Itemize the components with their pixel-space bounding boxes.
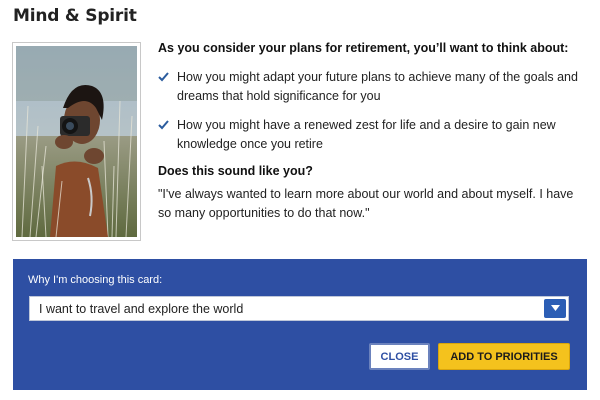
add-to-priorities-button[interactable]: ADD TO PRIORITIES — [438, 343, 570, 370]
question-heading: Does this sound like you? — [158, 164, 313, 178]
photo-frame — [12, 42, 141, 241]
list-item: How you might adapt your future plans to… — [158, 68, 590, 106]
bullet-text: How you might have a renewed zest for li… — [177, 118, 556, 151]
page-title: Mind & Spirit — [13, 6, 137, 26]
card-content: As you consider your plans for retiremen… — [158, 40, 590, 223]
checkmark-icon — [158, 72, 169, 82]
reason-select[interactable]: I want to travel and explore the world — [29, 296, 569, 321]
bullet-list: How you might adapt your future plans to… — [158, 68, 590, 154]
checkmark-icon — [158, 120, 169, 130]
bullet-text: How you might adapt your future plans to… — [177, 70, 578, 103]
reason-label: Why I'm choosing this card: — [28, 274, 163, 286]
close-button[interactable]: CLOSE — [369, 343, 430, 370]
list-item: How you might have a renewed zest for li… — [158, 116, 590, 154]
intro-text: As you consider your plans for retiremen… — [158, 41, 569, 55]
reason-panel: Why I'm choosing this card: I want to tr… — [13, 259, 587, 390]
reason-select-value: I want to travel and explore the world — [39, 302, 244, 316]
woman-with-camera-photo — [16, 46, 137, 237]
testimonial-quote: "I've always wanted to learn more about … — [158, 187, 574, 220]
dropdown-button[interactable] — [544, 299, 566, 318]
chevron-down-icon — [550, 305, 560, 311]
